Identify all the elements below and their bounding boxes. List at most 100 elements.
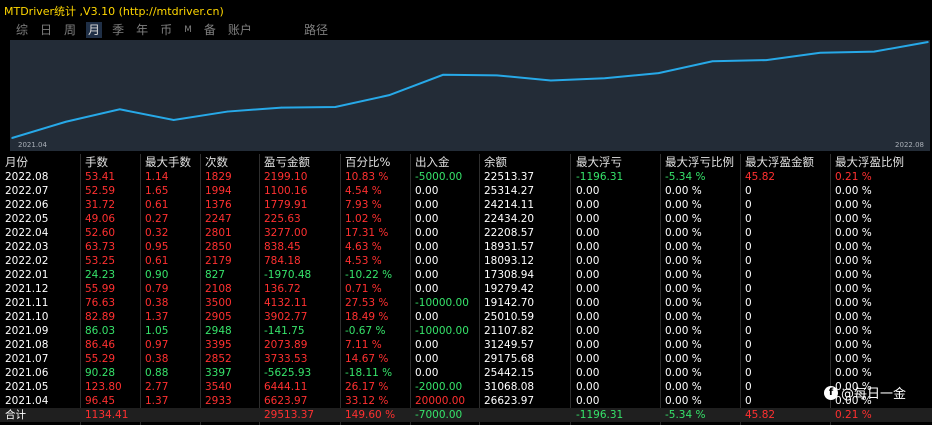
table-row[interactable]: 2022.04 52.60 0.32 2801 3277.00 17.31 % 0.00 22… <box>0 226 932 240</box>
table-cell: 6444.11 <box>264 381 308 393</box>
table-cell: 45.82 <box>745 171 776 183</box>
table-row[interactable]: 2021.08 86.46 0.97 3395 2073.89 7.11 % 0.00 312… <box>0 338 932 352</box>
table-cell: 0.00 <box>576 269 600 281</box>
table-cell: 0 <box>745 311 752 323</box>
table-cell: 0.00 % <box>835 199 872 211</box>
table-cell: 0.61 <box>145 199 169 211</box>
table-row[interactable]: 2022.03 63.73 0.95 2850 838.45 4.63 % 0.00 1893… <box>0 240 932 254</box>
table-cell: 52.59 <box>85 185 116 197</box>
table-cell: 2022.05 <box>5 213 49 225</box>
table-cell: 2022.01 <box>5 269 49 281</box>
table-cell: 2247 <box>205 213 232 225</box>
table-row[interactable]: 2021.06 90.28 0.88 3397 -5625.93 -18.11 % 0.00… <box>0 366 932 380</box>
table-cell: 784.18 <box>264 255 301 267</box>
table-cell: 0.00 % <box>835 241 872 253</box>
table-cell: 25010.59 <box>484 311 535 323</box>
table-row[interactable]: 2021.09 86.03 1.05 2948 -141.75 -0.67 % -10000… <box>0 324 932 338</box>
table-cell: 3902.77 <box>264 311 308 323</box>
table-cell: 3397 <box>205 367 232 379</box>
table-cell: 0.00 % <box>835 255 872 267</box>
table-row[interactable]: 2021.12 55.99 0.79 2108 136.72 0.71 % 0.00 1927… <box>0 282 932 296</box>
table-cell: 0.00 % <box>665 227 702 239</box>
table-cell: 0.00 % <box>665 353 702 365</box>
table-row[interactable]: 2022.07 52.59 1.65 1994 1100.16 4.54 % 0.00 253… <box>0 184 932 198</box>
table-header-cell[interactable]: 月份 <box>5 154 28 170</box>
table-header-cell[interactable]: 盈亏金额 <box>264 154 310 170</box>
watermark-text: @每日一金 <box>841 387 907 402</box>
table-cell: 0.00 % <box>835 283 872 295</box>
tab-item[interactable]: 周 <box>62 22 78 38</box>
table-cell: 0.00 % <box>665 283 702 295</box>
table-row[interactable]: 2022.01 24.23 0.90 827 -1970.48 -10.22 % 0.00 1… <box>0 268 932 282</box>
balance-chart-svg <box>11 41 929 139</box>
table-cell: 0.32 <box>145 227 169 239</box>
table-cell: 14.67 % <box>345 353 389 365</box>
table-cell: -5.34 % <box>665 409 706 421</box>
tab-item[interactable]: 综 <box>14 22 30 38</box>
table-cell: 22513.37 <box>484 171 535 183</box>
balance-point <box>442 73 444 76</box>
table-cell: 96.45 <box>85 395 116 407</box>
table-row[interactable]: 2021.11 76.63 0.38 3500 4132.11 27.53 % -10000… <box>0 296 932 310</box>
table-row[interactable]: 2021.10 82.89 1.37 2905 3902.77 18.49 % 0.00 25… <box>0 310 932 324</box>
tab-item[interactable]: 年 <box>134 22 150 38</box>
table-cell: 63.73 <box>85 241 116 253</box>
table-header-cell[interactable]: 最大浮亏比例 <box>665 154 734 170</box>
table-cell: 0.00 <box>576 283 600 295</box>
table-cell: 838.45 <box>264 241 301 253</box>
table-header-cell[interactable]: 出入金 <box>415 154 450 170</box>
table-cell: 0.00 % <box>835 185 872 197</box>
table-cell: 2022.03 <box>5 241 49 253</box>
table-row[interactable]: 2022.05 49.06 0.27 2247 225.63 1.02 % 0.00 2243… <box>0 212 932 226</box>
tab-item[interactable]: 备 <box>202 22 218 38</box>
table-cell: 0 <box>745 325 752 337</box>
table-cell: 2021.07 <box>5 353 49 365</box>
balance-point <box>711 60 714 63</box>
table-cell: -7000.00 <box>415 409 463 421</box>
table-row[interactable]: 2021.04 96.45 1.37 2933 6623.97 33.12 % 20000.… <box>0 394 932 408</box>
table-row[interactable]: 2022.08 53.41 1.14 1829 2199.10 10.83 % -5000.… <box>0 170 932 184</box>
tab-item[interactable]: 币 <box>158 22 174 38</box>
table-row[interactable]: 2022.06 31.72 0.61 1376 1779.91 7.93 % 0.00 242… <box>0 198 932 212</box>
table-header-cell[interactable]: 余额 <box>484 154 507 170</box>
tab-item[interactable]: 月 <box>86 22 103 38</box>
table-row[interactable]: 2022.02 53.25 0.61 2179 784.18 4.53 % 0.00 1809… <box>0 254 932 268</box>
table-cell: 1.02 % <box>345 213 382 225</box>
table-cell: 90.28 <box>85 367 116 379</box>
table-row[interactable]: 2021.07 55.29 0.38 2852 3733.53 14.67 % 0.00 29… <box>0 352 932 366</box>
table-header-cell[interactable]: 最大浮盈金额 <box>745 154 814 170</box>
table-cell: -18.11 % <box>345 367 393 379</box>
table-header-cell[interactable]: 手数 <box>85 154 108 170</box>
table-cell: 0 <box>745 297 752 309</box>
table-cell: 0.00 <box>576 255 600 267</box>
tab-item[interactable]: 账户 <box>226 22 254 38</box>
table-cell: 52.60 <box>85 227 116 239</box>
table-cell: -10000.00 <box>415 325 469 337</box>
table-header-cell[interactable]: 最大浮盈比例 <box>835 154 904 170</box>
balance-point <box>819 51 822 54</box>
table-cell: 1.37 <box>145 311 169 323</box>
table-header-cell[interactable]: 次数 <box>205 154 228 170</box>
table-cell: 0.00 <box>576 381 600 393</box>
tab-item[interactable]: M <box>182 22 194 38</box>
table-cell: 0.00 % <box>835 325 872 337</box>
balance-point <box>11 137 13 139</box>
table-cell: 0 <box>745 339 752 351</box>
table-cell: -141.75 <box>264 325 305 337</box>
table-cell: 0 <box>745 269 752 281</box>
table-cell: 0.38 <box>145 353 169 365</box>
table-header-cell[interactable]: 最大浮亏 <box>576 154 622 170</box>
table-cell: 2852 <box>205 353 232 365</box>
table-cell: 0.00 % <box>665 297 702 309</box>
table-cell: 2021.08 <box>5 339 49 351</box>
table-header-cell[interactable]: 百分比% <box>345 154 390 170</box>
tab-item[interactable]: 日 <box>38 22 54 38</box>
tab-path[interactable]: 路径 <box>304 22 328 38</box>
balance-point <box>118 108 121 111</box>
window-title: MTDriver统计 ,V3.10 (http://mtdriver.cn) <box>4 5 224 18</box>
table-cell: 76.63 <box>85 297 116 309</box>
balance-point <box>873 50 875 53</box>
tab-item[interactable]: 季 <box>110 22 126 38</box>
table-row[interactable]: 2021.05 123.80 2.77 3540 6444.11 26.17 % -2000… <box>0 380 932 394</box>
table-header-cell[interactable]: 最大手数 <box>145 154 191 170</box>
